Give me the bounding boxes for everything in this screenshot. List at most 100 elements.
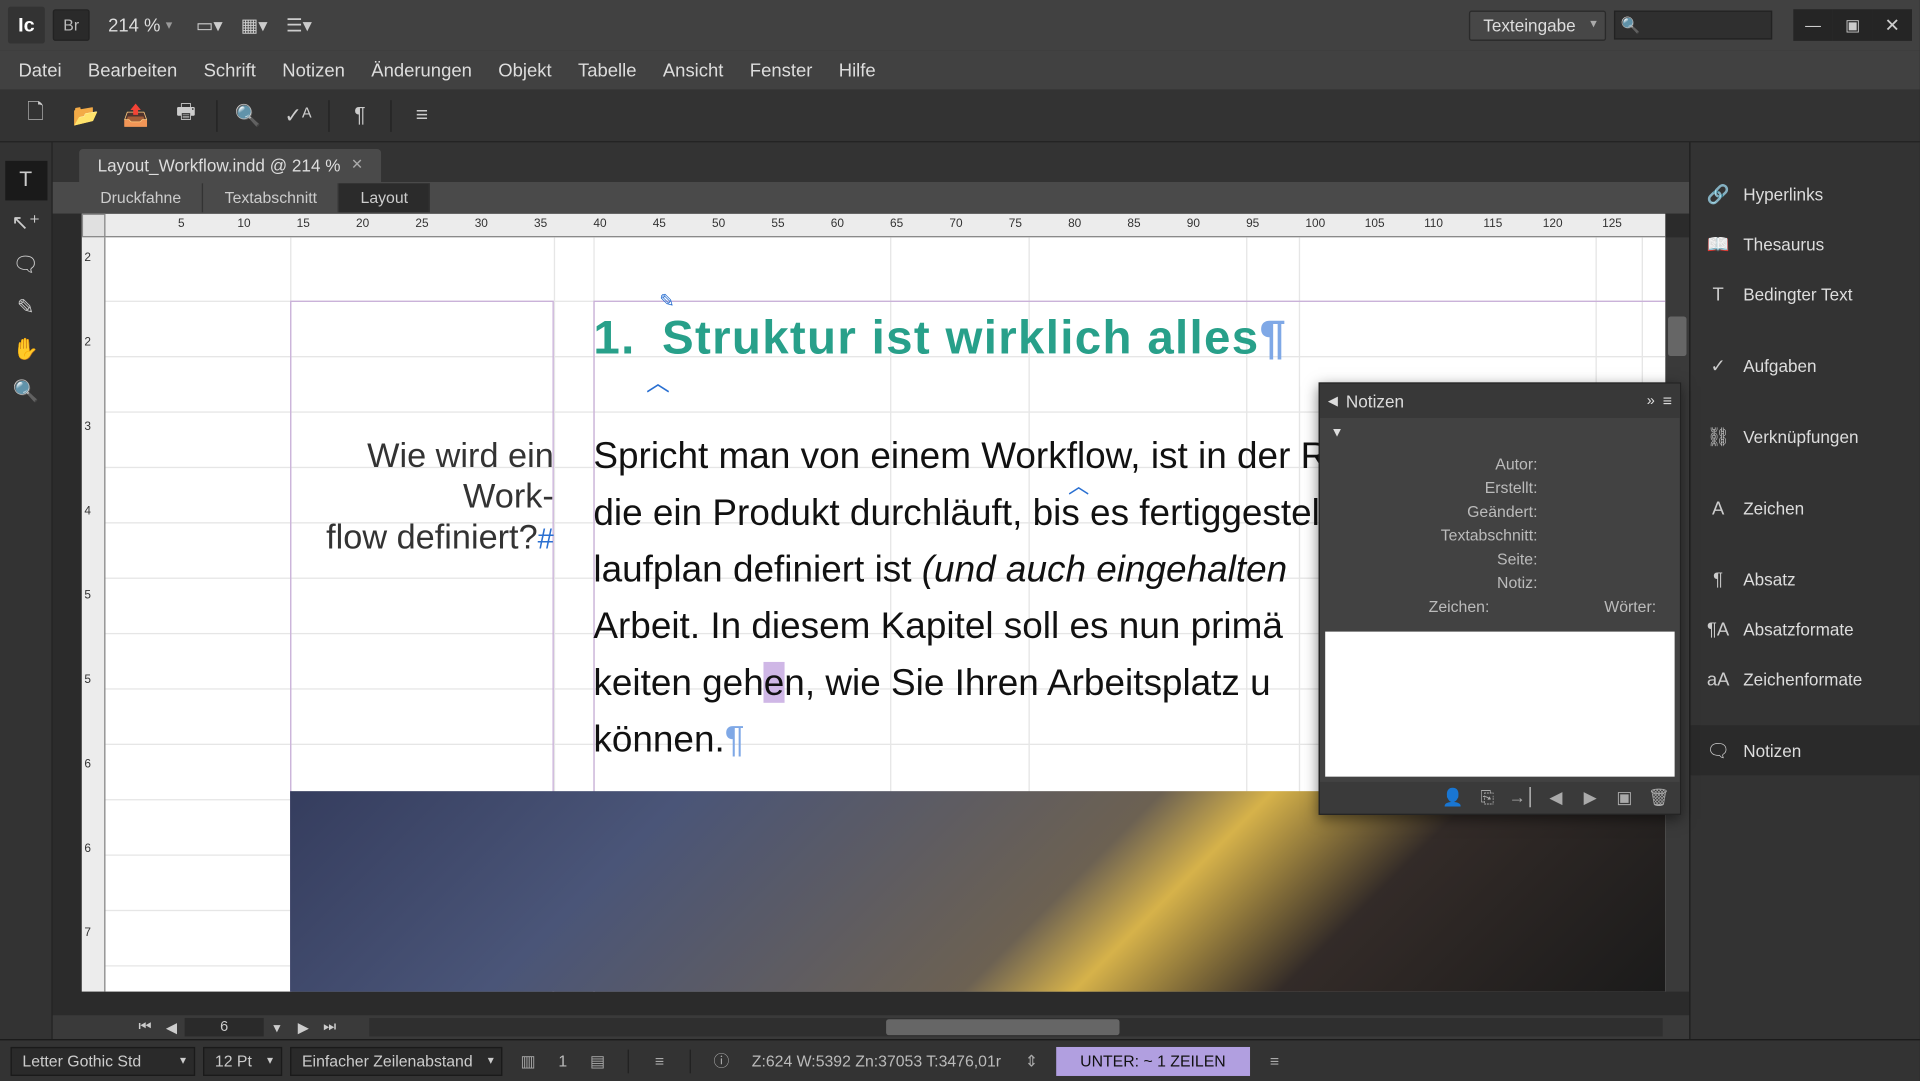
panel-label: Hyperlinks <box>1743 184 1823 204</box>
margin-note[interactable]: Wie wird ein Work- flow definiert?# <box>290 435 554 558</box>
close-tab-icon[interactable]: ✕ <box>351 156 363 176</box>
search-input[interactable]: 🔍 <box>1614 11 1772 40</box>
zoom-tool[interactable]: 🔍 <box>5 372 47 412</box>
bridge-button[interactable]: Br <box>53 9 90 41</box>
panel-aufgaben[interactable]: ✓Aufgaben <box>1690 340 1919 390</box>
next-page-button[interactable]: ▶ <box>290 1019 316 1036</box>
view-tab-layout[interactable]: Layout <box>339 183 430 212</box>
view-options-icon[interactable]: ☰▾ <box>281 9 318 41</box>
panel-zeichen[interactable]: AZeichen <box>1690 483 1919 533</box>
label-words: Wörter: <box>1500 597 1667 615</box>
expand-icon[interactable]: » <box>1647 393 1655 409</box>
maximize-button[interactable]: ▣ <box>1833 9 1873 41</box>
next-note-button[interactable]: ▶ <box>1577 787 1603 808</box>
last-page-button[interactable]: ⏭ <box>316 1019 342 1036</box>
open-icon[interactable]: 📂 <box>61 96 111 136</box>
menu-bearbeiten[interactable]: Bearbeiten <box>75 51 191 88</box>
leading-dropdown[interactable]: Einfacher Zeilenabstand <box>290 1046 503 1075</box>
align-icon[interactable]: ≡ <box>642 1046 676 1075</box>
horizontal-scrollbar[interactable] <box>369 1018 1663 1036</box>
font-family-dropdown[interactable]: Letter Gothic Std <box>11 1046 196 1075</box>
panel-bedingter text[interactable]: TBedingter Text <box>1690 269 1919 319</box>
menu-schrift[interactable]: Schrift <box>190 51 269 88</box>
panel-menu-icon[interactable]: ≡ <box>1663 392 1672 410</box>
pilcrow-icon: ¶ <box>1260 310 1288 364</box>
panel-absatzformate[interactable]: ¶A Absatzformate <box>1690 604 1919 654</box>
print-icon[interactable]: 🖶 <box>161 96 211 136</box>
panel-label: Absatzformate <box>1743 619 1854 639</box>
menu-änderungen[interactable]: Änderungen <box>358 51 485 88</box>
depth-icon[interactable]: ⇕ <box>1014 1046 1048 1075</box>
ruler-origin[interactable] <box>82 214 106 238</box>
spellcheck-icon[interactable]: ✓ᴬ <box>273 96 323 136</box>
first-page-button[interactable]: ⏮ <box>132 1019 158 1036</box>
save-icon[interactable]: 📤 <box>111 96 161 136</box>
vertical-ruler: 223455667 <box>82 237 106 991</box>
page-dropdown-icon[interactable]: ▾ <box>264 1019 290 1036</box>
document-tab[interactable]: Layout_Workflow.indd @ 214 % ✕ <box>79 149 382 182</box>
menu-ansicht[interactable]: Ansicht <box>650 51 737 88</box>
panel-verknüpfungen[interactable]: ⛓Verknüpfungen <box>1690 411 1919 461</box>
notizen-icon: 🗨 <box>1706 738 1730 762</box>
note-text-area[interactable] <box>1325 632 1674 777</box>
menu-hilfe[interactable]: Hilfe <box>826 51 889 88</box>
find-icon[interactable]: 🔍 <box>223 96 273 136</box>
menu-datei[interactable]: Datei <box>5 51 74 88</box>
menu-tabelle[interactable]: Tabelle <box>565 51 650 88</box>
verknüpfungen-icon: ⛓ <box>1706 425 1730 449</box>
prev-page-button[interactable]: ◀ <box>158 1019 184 1036</box>
panel-absatz[interactable]: ¶Absatz <box>1690 554 1919 604</box>
absatzformate-icon: ¶A <box>1706 617 1730 641</box>
user-icon[interactable]: 👤 <box>1440 787 1466 808</box>
track-mark-icon: ︿ <box>646 364 670 398</box>
heading-title: Struktur ist wirklich alles <box>662 310 1260 364</box>
page-number-field[interactable]: 6 <box>185 1018 264 1036</box>
notes-panel[interactable]: ◀ Notizen » ≡ ▼ Autor: Erstellt: Geänder… <box>1319 382 1682 815</box>
new-doc-icon[interactable]: 🗋 <box>11 96 61 136</box>
minimize-button[interactable]: — <box>1793 9 1833 41</box>
note-tool[interactable]: 🗨 <box>5 245 47 285</box>
panel-menu-icon[interactable]: ≡ <box>397 96 447 136</box>
panel-zeichenformate[interactable]: aAZeichenformate <box>1690 654 1919 704</box>
anchor-icon[interactable]: →⎮ <box>1508 787 1534 808</box>
menu-fenster[interactable]: Fenster <box>737 51 826 88</box>
body-l3b: (und auch eingehalten <box>922 549 1287 590</box>
sidenote-line1: Wie wird ein Work- <box>367 435 554 515</box>
font-size-dropdown[interactable]: 12 Pt <box>203 1046 282 1075</box>
placed-image[interactable] <box>290 791 1665 991</box>
menu-icon[interactable]: ≡ <box>1257 1046 1291 1075</box>
body-l4: Arbeit. In diesem Kapitel soll es nun pr… <box>593 605 1283 646</box>
panel-thesaurus[interactable]: 📖Thesaurus <box>1690 219 1919 269</box>
prev-note-button[interactable]: ◀ <box>1543 787 1569 808</box>
screen-mode-icon[interactable]: ▭▾ <box>191 9 228 41</box>
panel-notizen[interactable]: 🗨Notizen <box>1690 725 1919 775</box>
workspace-dropdown[interactable]: Texteingabe <box>1469 10 1606 40</box>
heading-number: 1. <box>593 310 635 364</box>
zoom-dropdown[interactable]: 214 % ▾ <box>98 15 183 36</box>
hand-tool[interactable]: ✋ <box>5 330 47 370</box>
view-tab-textabschnitt[interactable]: Textabschnitt <box>204 183 340 212</box>
arrange-icon[interactable]: ▦▾ <box>236 9 273 41</box>
go-note-icon[interactable]: ⎘ <box>1474 787 1500 808</box>
track-mark-icon: ︿ <box>1068 468 1089 500</box>
disclosure-icon[interactable]: ▼ <box>1330 426 1343 441</box>
sidenote-line2: flow definiert? <box>326 517 538 557</box>
heading-text[interactable]: 1. Struktur ist wirklich alles¶ <box>593 310 1287 365</box>
delete-note-button[interactable]: 🗑 <box>1646 787 1672 808</box>
show-hidden-icon[interactable]: ¶ <box>335 96 385 136</box>
menu-objekt[interactable]: Objekt <box>485 51 565 88</box>
info-icon[interactable]: ⓘ <box>704 1046 738 1075</box>
panel-hyperlinks[interactable]: 🔗 Hyperlinks <box>1690 169 1919 219</box>
view-tab-druckfahne[interactable]: Druckfahne <box>79 183 203 212</box>
text-flow-icon[interactable]: ▤ <box>580 1046 614 1075</box>
close-button[interactable]: ✕ <box>1872 9 1912 41</box>
columns-icon[interactable]: ▥ <box>511 1046 545 1075</box>
type-tool[interactable]: T <box>5 161 47 201</box>
hyperlinks-icon: 🔗 <box>1706 182 1730 206</box>
position-tool[interactable]: ↖⁺ <box>5 203 47 243</box>
new-note-button[interactable]: ▣ <box>1611 787 1637 808</box>
eyedropper-tool[interactable]: ✎ <box>5 287 47 327</box>
pilcrow-icon: ¶ <box>725 719 745 760</box>
menu-notizen[interactable]: Notizen <box>269 51 358 88</box>
collapse-icon[interactable]: ◀ <box>1328 394 1338 409</box>
